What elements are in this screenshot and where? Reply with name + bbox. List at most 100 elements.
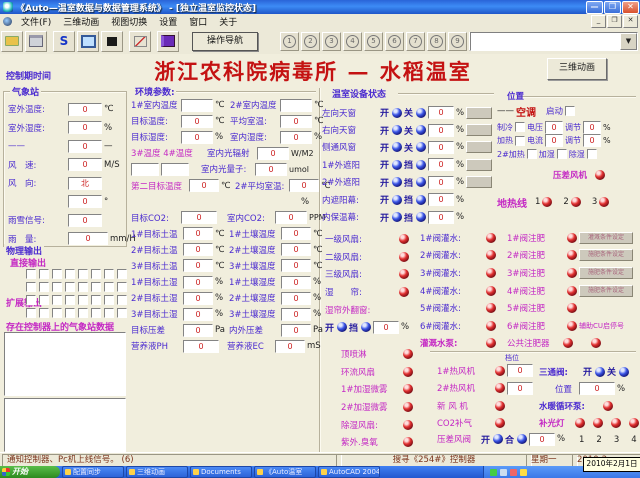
value-field[interactable] xyxy=(181,99,213,112)
checkbox[interactable] xyxy=(91,308,101,318)
toolbar-num-button-3[interactable]: 4 xyxy=(343,32,362,51)
value-field[interactable]: 0 xyxy=(428,158,454,171)
checkbox[interactable] xyxy=(78,308,88,318)
checkbox[interactable] xyxy=(39,282,49,292)
checkbox[interactable] xyxy=(65,295,75,305)
value-field[interactable]: 0 xyxy=(183,227,213,240)
mdi-restore-button[interactable]: ❐ xyxy=(607,15,622,28)
restore-button[interactable]: ❐ xyxy=(604,1,621,14)
taskbar-button-0[interactable]: 配置同步 xyxy=(62,466,124,478)
checkbox[interactable] xyxy=(104,269,114,279)
value-field[interactable]: 0 xyxy=(68,140,102,153)
monitor-button[interactable] xyxy=(77,31,99,52)
checkbox[interactable] xyxy=(565,106,575,116)
checkbox[interactable] xyxy=(65,308,75,318)
value-field[interactable]: 0 xyxy=(373,321,399,334)
checkbox[interactable] xyxy=(52,295,62,305)
toolbar-num-button-2[interactable]: 3 xyxy=(322,32,341,51)
checkbox[interactable] xyxy=(557,149,567,159)
checkbox[interactable] xyxy=(104,308,114,318)
checkbox[interactable] xyxy=(117,308,127,318)
mini-setting-button[interactable] xyxy=(466,159,492,171)
checkbox[interactable] xyxy=(39,308,49,318)
checkbox[interactable] xyxy=(26,308,36,318)
toggle-button[interactable] xyxy=(129,31,151,52)
toolbar-num-button-0[interactable]: 1 xyxy=(280,32,299,51)
checkbox[interactable] xyxy=(52,308,62,318)
checkbox[interactable] xyxy=(587,149,597,159)
value-field[interactable]: 0 xyxy=(428,176,454,189)
value-field[interactable]: 0 xyxy=(280,115,312,128)
checkbox[interactable] xyxy=(104,282,114,292)
controller-combobox[interactable]: ▼ xyxy=(470,32,638,51)
toolbar-num-button-1[interactable]: 2 xyxy=(301,32,320,51)
menu-item-1[interactable]: 三维动画 xyxy=(57,15,105,28)
mini-setting-button[interactable] xyxy=(466,124,492,136)
value-field[interactable]: 0 xyxy=(183,340,219,353)
toolbar-num-button-4[interactable]: 5 xyxy=(364,32,383,51)
tray-icon-blue[interactable] xyxy=(500,469,507,476)
mini-setting-button[interactable]: 施肥条件设定 xyxy=(579,267,633,279)
mini-setting-button[interactable]: 施肥条件设定 xyxy=(579,285,633,297)
toolbar-num-button-8[interactable]: 9 xyxy=(448,32,467,51)
value-field[interactable]: 0 xyxy=(183,276,213,289)
value-field[interactable]: 0 xyxy=(281,227,311,240)
checkbox[interactable] xyxy=(26,282,36,292)
value-field[interactable] xyxy=(161,163,189,176)
value-field[interactable]: 0 xyxy=(183,292,213,305)
value-field[interactable]: 0 xyxy=(68,214,102,227)
value-field[interactable]: 0 xyxy=(68,158,102,171)
value-field[interactable]: 0 xyxy=(181,211,217,224)
tray-icon-red[interactable] xyxy=(510,469,517,476)
value-field[interactable]: 0 xyxy=(281,276,311,289)
mini-setting-button[interactable] xyxy=(466,141,492,153)
checkbox[interactable] xyxy=(515,122,525,132)
station-listbox-1[interactable] xyxy=(4,332,126,396)
checkbox[interactable] xyxy=(78,282,88,292)
checkbox[interactable] xyxy=(527,149,537,159)
value-field[interactable]: 0 xyxy=(281,324,311,337)
tray-icon-green[interactable] xyxy=(490,469,497,476)
value-field[interactable]: 0 xyxy=(281,292,311,305)
menu-item-2[interactable]: 视图切换 xyxy=(105,15,153,28)
value-field[interactable]: 0 xyxy=(189,179,219,192)
taskbar-button-3[interactable]: 《Auto温室 xyxy=(254,466,316,478)
value-field[interactable]: 0 xyxy=(280,131,312,144)
value-field[interactable]: 0 xyxy=(255,163,287,176)
toolbar-num-button-6[interactable]: 7 xyxy=(406,32,425,51)
checkbox[interactable] xyxy=(91,269,101,279)
dropdown-arrow-icon[interactable]: ▼ xyxy=(620,33,637,50)
value-field[interactable]: 0 xyxy=(68,195,102,208)
display-button[interactable] xyxy=(101,31,123,52)
value-field[interactable]: 0 xyxy=(428,211,454,224)
value-field[interactable]: 北 xyxy=(68,177,102,190)
value-field[interactable]: 0 xyxy=(428,106,454,119)
checkbox[interactable] xyxy=(39,295,49,305)
value-field[interactable]: 0 xyxy=(289,179,319,192)
checkbox[interactable] xyxy=(78,269,88,279)
station-listbox-2[interactable] xyxy=(4,398,126,452)
checkbox[interactable] xyxy=(515,136,525,146)
value-field[interactable]: 0 xyxy=(579,382,615,395)
taskbar-button-4[interactable]: AutoCAD 2004 xyxy=(318,466,380,478)
mdi-minimize-button[interactable]: _ xyxy=(591,15,606,28)
3d-animation-button[interactable]: 三维动画 xyxy=(547,58,607,80)
value-field[interactable]: 0 xyxy=(545,134,563,147)
menu-item-4[interactable]: 窗口 xyxy=(183,15,213,28)
value-field[interactable]: 0 xyxy=(583,134,601,147)
value-field[interactable]: 0 xyxy=(181,115,213,128)
checkbox[interactable] xyxy=(65,282,75,292)
operation-nav-button[interactable]: 操作导航 xyxy=(192,32,258,51)
value-field[interactable]: 0 xyxy=(68,103,102,116)
menu-item-5[interactable]: 关于 xyxy=(213,15,243,28)
value-field[interactable]: 0 xyxy=(281,259,311,272)
open-button[interactable] xyxy=(1,31,23,52)
value-field[interactable]: 0 xyxy=(183,243,213,256)
value-field[interactable]: 0 xyxy=(428,141,454,154)
tray-icon-yellow[interactable] xyxy=(520,469,527,476)
value-field[interactable]: 0 xyxy=(68,121,102,134)
mini-setting-button[interactable]: 灌溉条件设定 xyxy=(579,232,633,244)
checkbox[interactable] xyxy=(78,295,88,305)
value-field[interactable]: 0 xyxy=(507,364,533,377)
minimize-button[interactable]: — xyxy=(586,1,603,14)
